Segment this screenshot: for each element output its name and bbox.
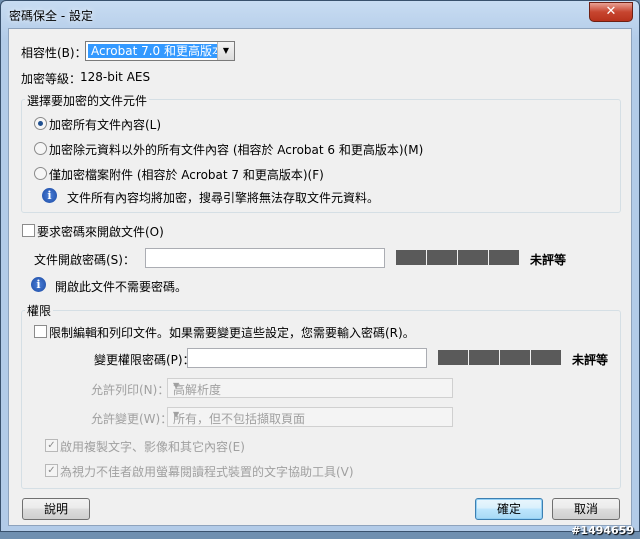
close-icon: ✕	[605, 4, 617, 19]
encryption-value: 128-bit AES	[80, 70, 151, 84]
window-title: 密碼保全 - 設定	[9, 9, 93, 23]
open-strength-bar-4	[489, 250, 519, 265]
radio-encrypt-except-metadata-label[interactable]: 加密除元資料以外的所有文件內容 (相容於 Acrobat 6 和更高版本)(M)	[49, 141, 423, 158]
info-icon: i	[42, 188, 57, 203]
title-bar[interactable]: 密碼保全 - 設定 ✕	[1, 1, 639, 27]
open-password-strength: 未評等	[530, 253, 567, 267]
chevron-down-icon: ▼	[217, 42, 234, 60]
require-open-password-label[interactable]: 要求密碼來開啟文件(O)	[37, 223, 164, 240]
open-password-input[interactable]	[145, 248, 385, 268]
allow-changes-select[interactable]: 所有，但不包括擷取頁面 ▼	[167, 407, 453, 427]
cancel-button[interactable]: 取消	[552, 498, 620, 520]
restrict-editing-label[interactable]: 限制編輯和列印文件。如果需要變更這些設定，您需要輸入密碼(R)。	[49, 324, 415, 341]
watermark: #1494659	[571, 524, 634, 537]
components-info-text: 文件所有內容均將加密，搜尋引擎將無法存取文件元資料。	[67, 191, 380, 205]
open-strength-bar-3	[458, 250, 488, 265]
enable-copy-checkbox[interactable]: ✓	[45, 439, 58, 452]
enable-accessibility-label[interactable]: 為視力不佳者啟用螢幕閱讀程式裝置的文字協助工具(V)	[60, 463, 354, 480]
chevron-down-icon: ▼	[173, 381, 180, 390]
encryption-label: 加密等級：	[21, 72, 82, 86]
restrict-editing-checkbox[interactable]	[34, 325, 47, 338]
permissions-password-strength: 未評等	[572, 353, 609, 367]
components-legend: 選擇要加密的文件元件	[25, 92, 150, 109]
dialog-body: 相容性(B)： Acrobat 7.0 和更高版本 ▼ 加密等級： 128-bi…	[8, 28, 632, 526]
compat-label: 相容性(B)：	[21, 46, 87, 60]
checkmark-icon: ✓	[47, 440, 56, 451]
dialog-window: 密碼保全 - 設定 ✕ 相容性(B)： Acrobat 7.0 和更高版本 ▼ …	[0, 0, 640, 532]
compat-select[interactable]: Acrobat 7.0 和更高版本 ▼	[85, 41, 235, 61]
radio-encrypt-except-metadata[interactable]	[34, 142, 47, 155]
enable-copy-label[interactable]: 啟用複製文字、影像和其它內容(E)	[60, 438, 245, 455]
allow-changes-label: 允許變更(W)：	[91, 412, 173, 426]
change-permissions-password-label: 變更權限密碼(P)：	[94, 353, 195, 367]
perm-strength-bar-2	[469, 350, 499, 365]
perm-strength-bar-1	[438, 350, 468, 365]
allow-printing-select[interactable]: 高解析度 ▼	[167, 378, 453, 398]
open-password-info-text: 開啟此文件不需要密碼。	[55, 280, 188, 294]
open-password-label: 文件開啟密碼(S)：	[34, 253, 135, 267]
radio-encrypt-all-label[interactable]: 加密所有文件內容(L)	[49, 116, 161, 133]
permissions-legend: 權限	[25, 302, 54, 319]
allow-printing-label: 允許列印(N)：	[91, 383, 170, 397]
checkmark-icon: ✓	[47, 465, 56, 476]
radio-encrypt-attachments[interactable]	[34, 167, 47, 180]
change-permissions-password-input[interactable]	[187, 348, 427, 368]
radio-encrypt-all[interactable]	[34, 117, 47, 130]
compat-value: Acrobat 7.0 和更高版本	[88, 44, 227, 58]
ok-button[interactable]: 確定	[475, 498, 543, 520]
chevron-down-icon: ▼	[173, 410, 180, 419]
open-strength-bar-1	[396, 250, 426, 265]
require-open-password-checkbox[interactable]	[22, 224, 35, 237]
radio-encrypt-attachments-label[interactable]: 僅加密檔案附件 (相容於 Acrobat 7 和更高版本)(F)	[49, 166, 324, 183]
help-button[interactable]: 說明	[22, 498, 90, 520]
close-button[interactable]: ✕	[589, 2, 633, 22]
perm-strength-bar-4	[531, 350, 561, 365]
info-icon: i	[31, 277, 46, 292]
enable-accessibility-checkbox[interactable]: ✓	[45, 464, 58, 477]
open-strength-bar-2	[427, 250, 457, 265]
perm-strength-bar-3	[500, 350, 530, 365]
